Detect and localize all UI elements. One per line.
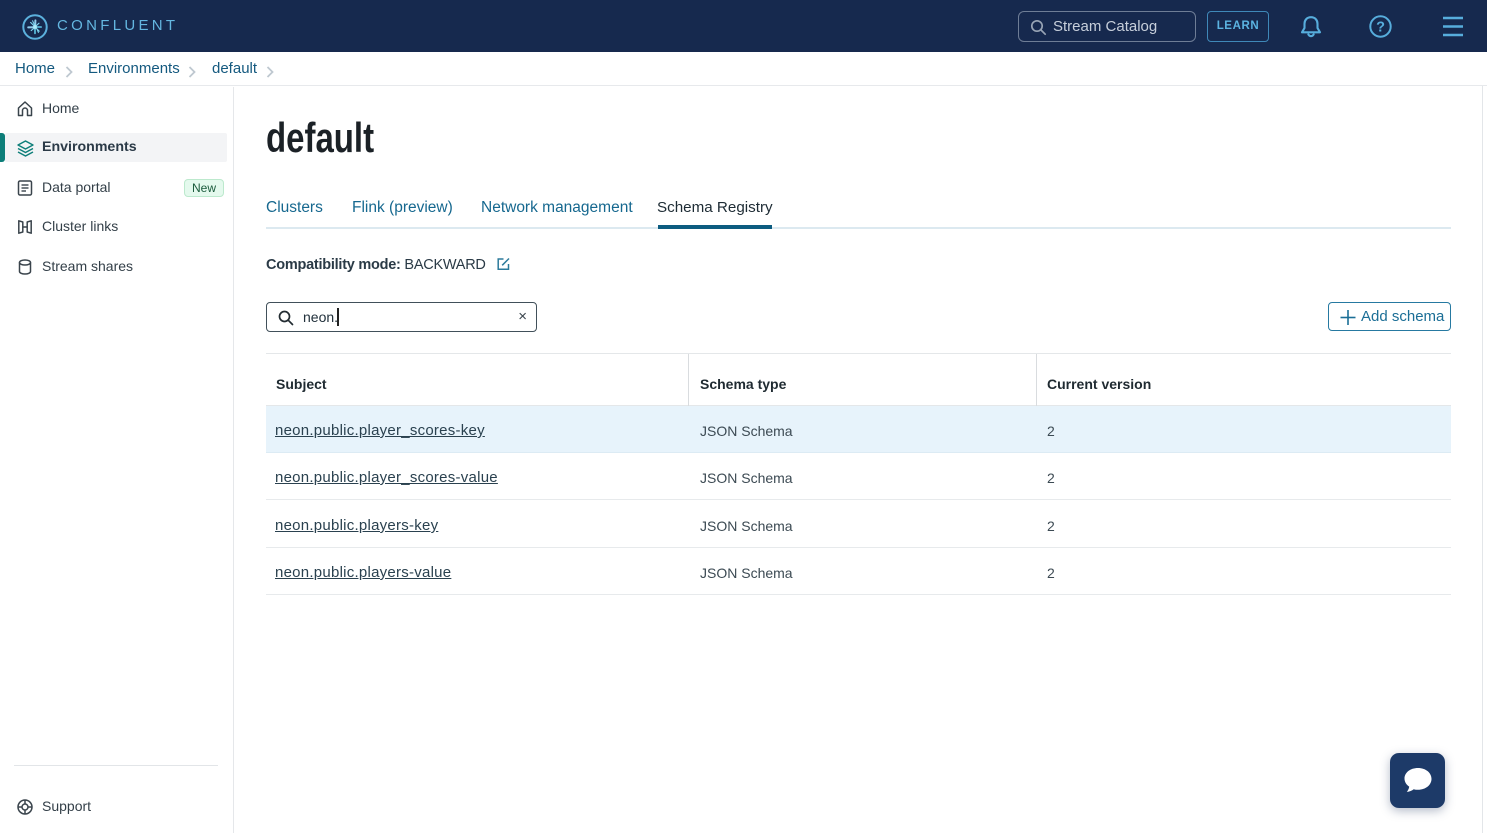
svg-text:?: ? xyxy=(1376,20,1385,36)
